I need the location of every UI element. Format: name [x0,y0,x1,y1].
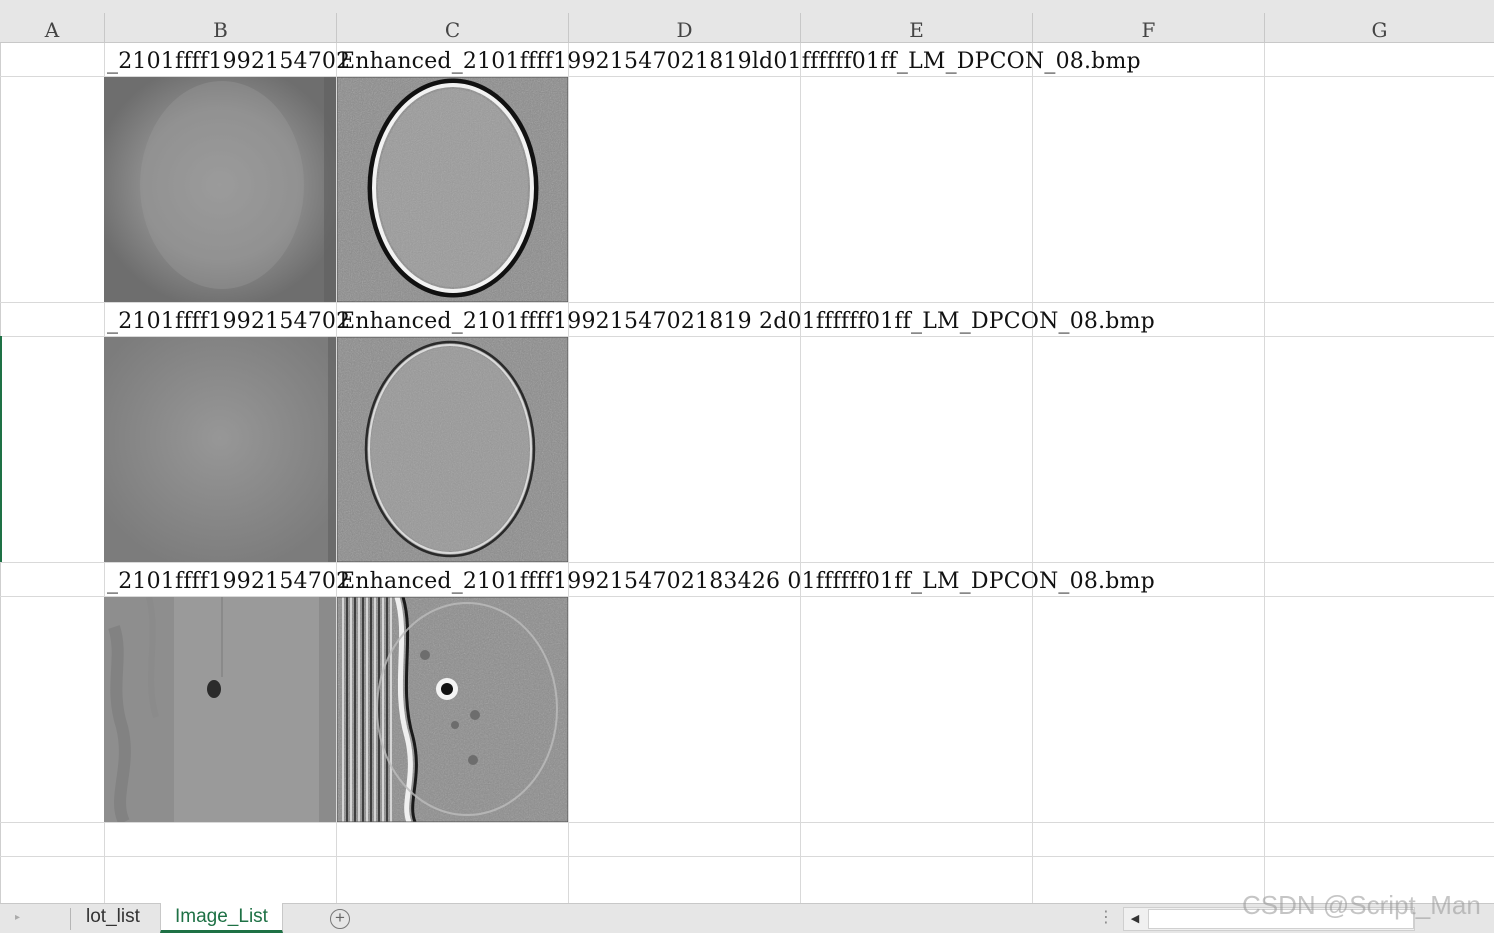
cell-b-filename[interactable]: _2101ffff1992154702 [107,303,350,337]
raw-image[interactable] [104,337,336,562]
cell-b-filename[interactable]: _2101ffff1992154702 [107,43,350,77]
grid-line [568,43,569,903]
add-circle-icon[interactable]: + [330,909,350,929]
vertical-dots-icon[interactable]: ⋮ [1098,907,1114,929]
tab-separator [70,908,71,930]
column-header-c[interactable]: C [337,13,569,43]
column-header-b[interactable]: B [105,13,337,43]
enhanced-image[interactable] [337,597,568,822]
cell-c-filename[interactable]: Enhanced_2101ffff19921547021819ld01fffff… [339,43,1141,77]
enhanced-image[interactable] [337,337,568,562]
column-header-f[interactable]: F [1033,13,1265,43]
sheet-tab-lot-list[interactable]: lot_list [72,903,154,933]
column-header-row: A B C D E F G [0,0,1494,43]
grid-line [0,822,1494,823]
cell-b-filename[interactable]: _2101ffff1992154702 [107,563,350,597]
row-selection-indicator [0,336,2,562]
cell-c-filename[interactable]: Enhanced_2101ffff19921547021819 2d01ffff… [339,303,1155,337]
sheet-nav-arrow-icon[interactable]: ▸ [15,912,20,923]
enhanced-image[interactable] [337,77,568,302]
grid-line [1032,43,1033,903]
raw-image[interactable] [104,597,336,822]
worksheet-grid[interactable]: _2101ffff1992154702 Enhanced_2101ffff199… [0,43,1494,903]
column-header-g[interactable]: G [1265,13,1494,43]
raw-image[interactable] [104,77,336,302]
cell-c-filename[interactable]: Enhanced_2101ffff1992154702183426 01ffff… [339,563,1155,597]
column-header-a[interactable]: A [0,13,105,43]
sheet-tab-image-list[interactable]: Image_List [160,903,283,933]
grid-line [800,43,801,903]
watermark: CSDN @Script_Man [1242,890,1481,920]
column-header-e[interactable]: E [801,13,1033,43]
column-header-d[interactable]: D [569,13,801,43]
grid-line [1264,43,1265,903]
triangle-left-icon[interactable]: ◀ [1123,907,1147,931]
grid-line [0,856,1494,857]
